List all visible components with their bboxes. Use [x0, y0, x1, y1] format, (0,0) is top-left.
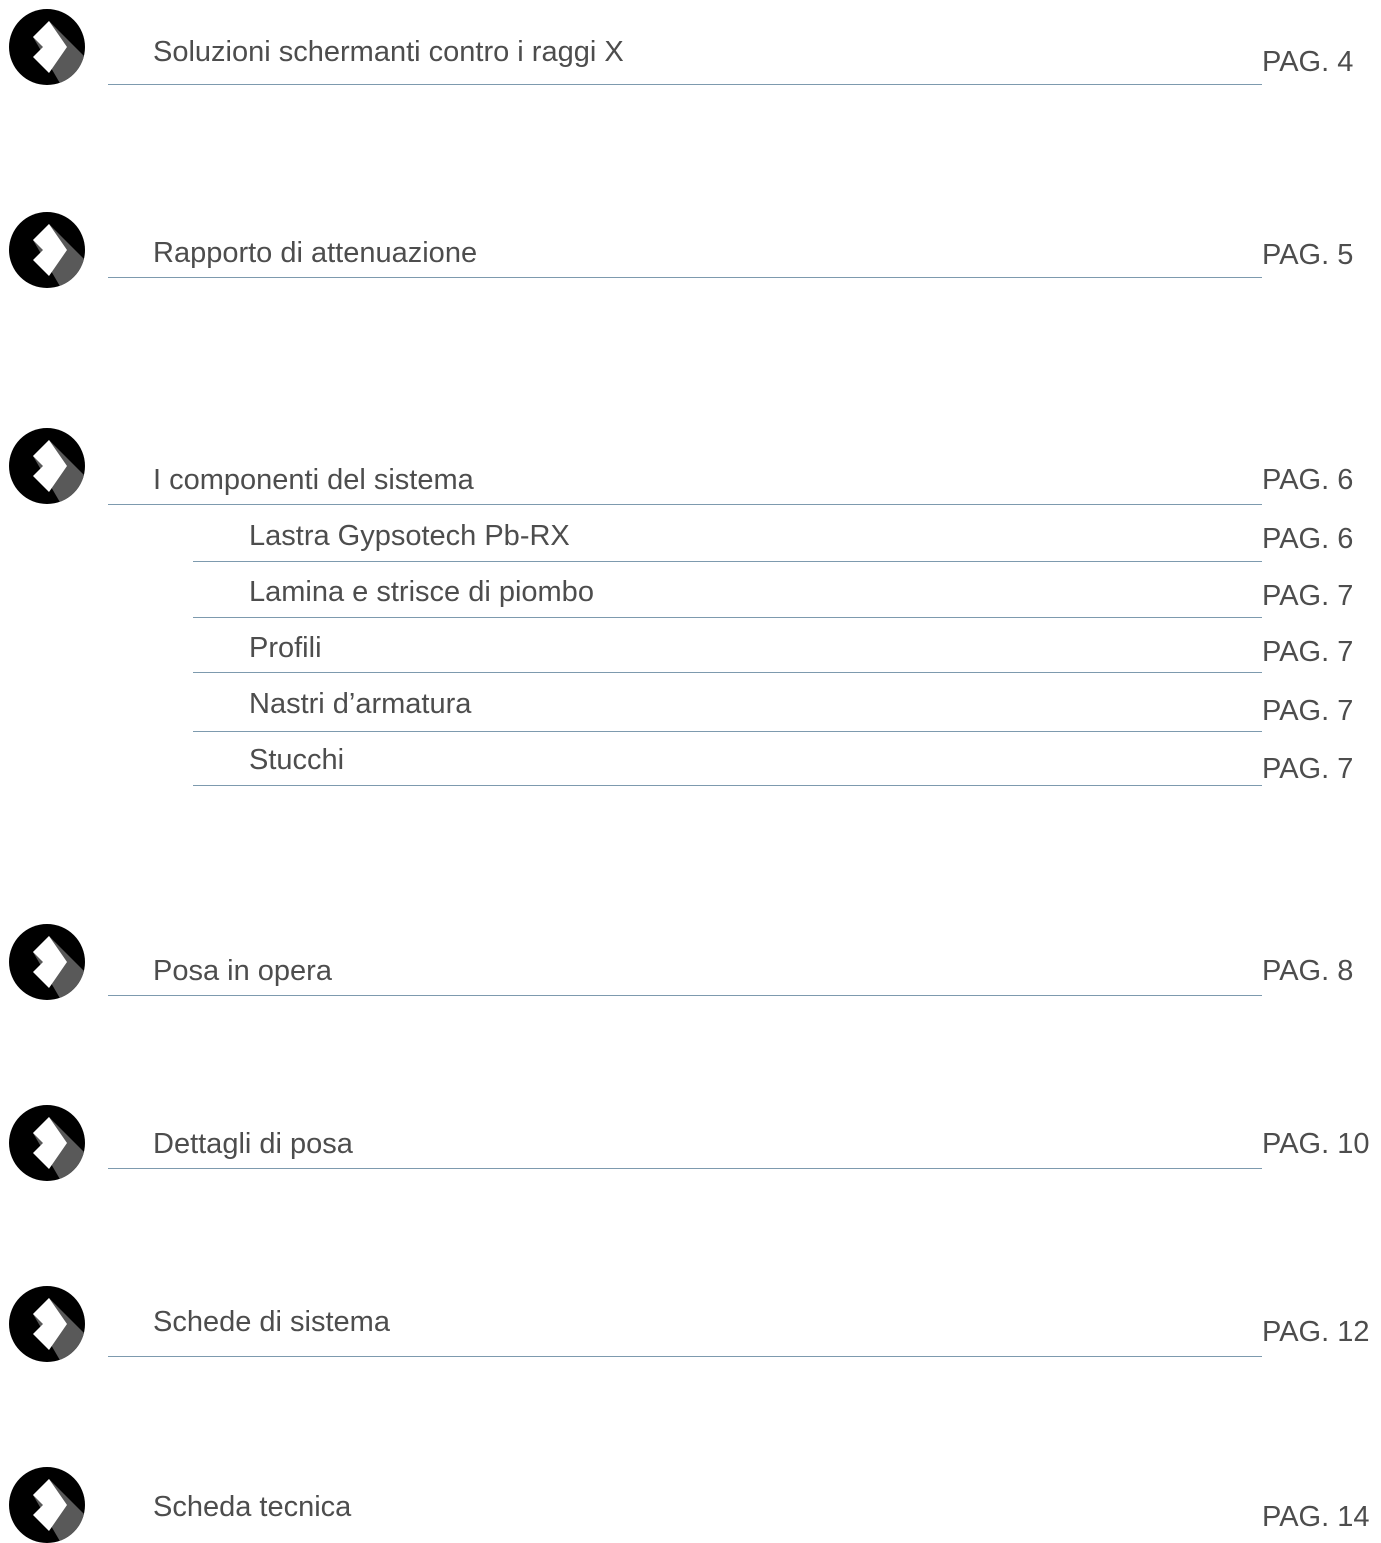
toc-subentry-page: PAG. 7: [1262, 636, 1354, 668]
toc-subentry-label[interactable]: Profili: [249, 631, 322, 665]
table-of-contents-page: { "toc": { "entries": [ { "label": "Solu…: [0, 0, 1381, 1543]
toc-entry-page: PAG. 6: [1262, 464, 1354, 496]
toc-divider: [108, 504, 1262, 505]
chevron-right-icon[interactable]: [9, 1105, 85, 1181]
toc-divider: [108, 1356, 1262, 1357]
toc-subdivider: [193, 785, 1262, 786]
chevron-right-icon[interactable]: [9, 1286, 85, 1362]
toc-divider: [108, 277, 1262, 278]
toc-subdivider: [193, 617, 1262, 618]
toc-divider: [108, 84, 1262, 85]
toc-entry-page: PAG. 10: [1262, 1128, 1370, 1160]
toc-entry-label[interactable]: Posa in opera: [153, 954, 332, 988]
toc-subentry-label[interactable]: Lastra Gypsotech Pb-RX: [249, 519, 570, 553]
toc-entry-page: PAG. 14: [1262, 1501, 1370, 1533]
toc-divider: [108, 1168, 1262, 1169]
toc-subdivider: [193, 672, 1262, 673]
toc-entry-label[interactable]: I componenti del sistema: [153, 463, 474, 497]
toc-subdivider: [193, 561, 1262, 562]
toc-entry-label[interactable]: Soluzioni schermanti contro i raggi X: [153, 35, 624, 69]
toc-subentry-label[interactable]: Lamina e strisce di piombo: [249, 575, 594, 609]
toc-subentry-label[interactable]: Nastri d’armatura: [249, 687, 471, 721]
toc-entry-page: PAG. 8: [1262, 955, 1354, 987]
chevron-right-icon[interactable]: [9, 924, 85, 1000]
toc-subentry-label[interactable]: Stucchi: [249, 743, 344, 777]
toc-entry-page: PAG. 12: [1262, 1316, 1370, 1348]
toc-subentry-page: PAG. 7: [1262, 753, 1354, 785]
toc-subentry-page: PAG. 7: [1262, 580, 1354, 612]
chevron-right-icon[interactable]: [9, 212, 85, 288]
toc-entry-label[interactable]: Rapporto di attenuazione: [153, 236, 477, 270]
toc-entry-label[interactable]: Schede di sistema: [153, 1305, 390, 1339]
toc-divider: [108, 995, 1262, 996]
chevron-right-icon[interactable]: [9, 428, 85, 504]
toc-subdivider: [193, 731, 1262, 732]
chevron-right-icon[interactable]: [9, 1467, 85, 1543]
toc-entry-page: PAG. 4: [1262, 46, 1354, 78]
chevron-right-icon[interactable]: [9, 9, 85, 85]
toc-entry-page: PAG. 5: [1262, 239, 1354, 271]
toc-subentry-page: PAG. 7: [1262, 695, 1354, 727]
toc-entry-label[interactable]: Scheda tecnica: [153, 1490, 351, 1524]
toc-subentry-page: PAG. 6: [1262, 523, 1354, 555]
toc-entry-label[interactable]: Dettagli di posa: [153, 1127, 353, 1161]
